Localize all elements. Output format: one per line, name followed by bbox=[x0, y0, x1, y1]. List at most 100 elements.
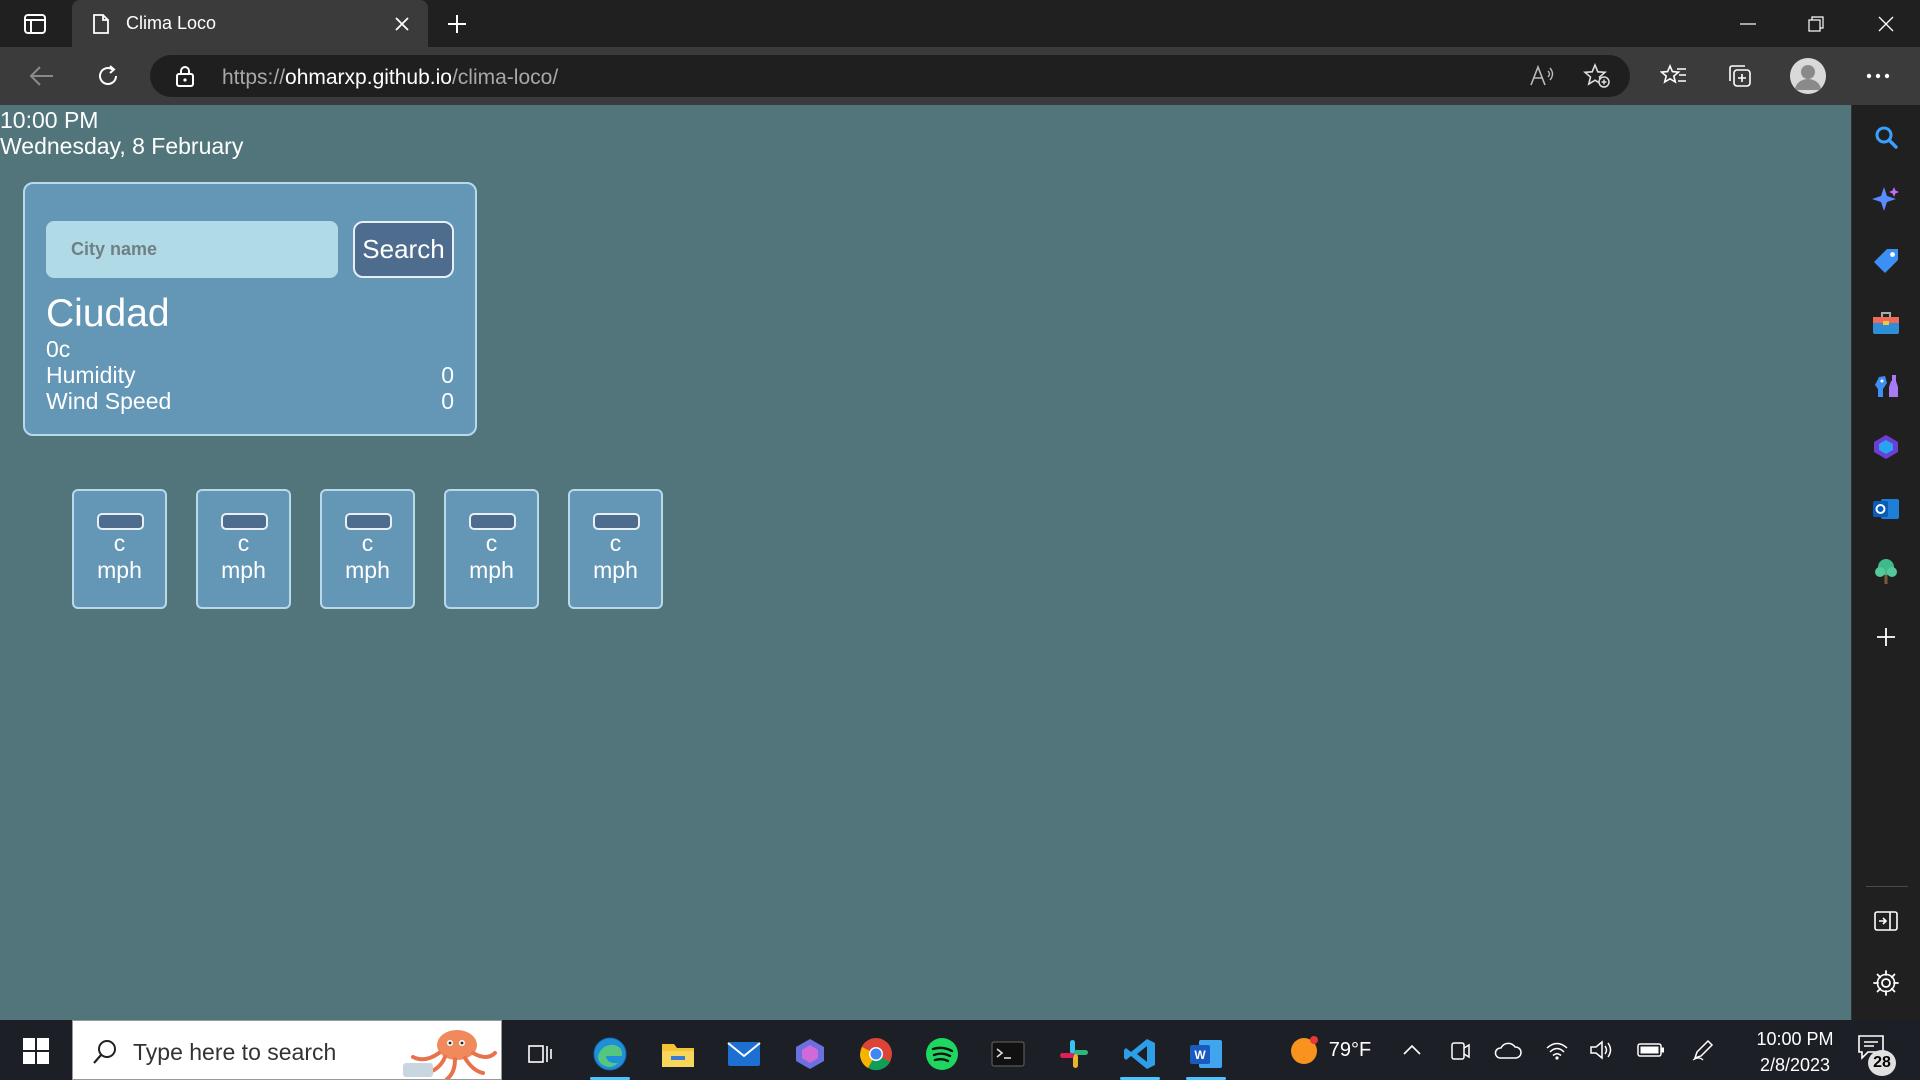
edge-taskbar-icon[interactable] bbox=[582, 1028, 638, 1080]
current-temperature: 0c bbox=[46, 336, 71, 362]
address-bar[interactable]: https://ohmarxp.github.io/clima-loco/ bbox=[150, 55, 1630, 97]
terminal-icon[interactable] bbox=[980, 1028, 1036, 1080]
discover-search-icon[interactable] bbox=[1868, 119, 1904, 155]
datetime-display: 10:00 PM Wednesday, 8 February bbox=[0, 107, 243, 159]
forecast-wind: mph bbox=[593, 557, 638, 583]
forecast-wind: mph bbox=[345, 557, 390, 583]
battery-icon[interactable] bbox=[1636, 1036, 1666, 1064]
forecast-card: c mph bbox=[444, 489, 539, 609]
windows-start-icon[interactable] bbox=[14, 1033, 58, 1069]
pen-icon[interactable] bbox=[1690, 1036, 1716, 1064]
chevron-up-icon[interactable] bbox=[1400, 1036, 1424, 1064]
forecast-day-label bbox=[469, 513, 516, 530]
volume-icon[interactable] bbox=[1588, 1036, 1614, 1064]
collections-icon[interactable] bbox=[1720, 58, 1760, 94]
more-options-icon[interactable] bbox=[1858, 58, 1898, 94]
current-time: 10:00 PM bbox=[0, 107, 99, 133]
humidity-label: Humidity bbox=[46, 362, 136, 388]
forecast-wind: mph bbox=[469, 557, 514, 583]
taskbar-search-placeholder: Type here to search bbox=[133, 1039, 337, 1065]
profile-avatar[interactable] bbox=[1790, 58, 1826, 94]
forecast-wind: mph bbox=[221, 557, 266, 583]
city-name: Ciudad bbox=[46, 292, 170, 335]
task-view-icon[interactable] bbox=[512, 1028, 568, 1080]
humidity-row: Humidity 0 bbox=[46, 362, 454, 389]
system-date: 2/8/2023 bbox=[1759, 1055, 1831, 1075]
forecast-wind: mph bbox=[97, 557, 142, 583]
back-icon[interactable] bbox=[22, 58, 62, 94]
wind-speed-row: Wind Speed 0 bbox=[46, 388, 454, 415]
search-icon bbox=[91, 1038, 119, 1066]
tools-toolbox-icon[interactable] bbox=[1868, 305, 1904, 341]
add-sidebar-app-icon[interactable] bbox=[1868, 619, 1904, 655]
forecast-temperature: c bbox=[113, 530, 126, 556]
forecast-card: c mph bbox=[72, 489, 167, 609]
chrome-icon[interactable] bbox=[848, 1028, 904, 1080]
wind-speed-label: Wind Speed bbox=[46, 388, 172, 414]
close-window-icon[interactable] bbox=[1852, 0, 1920, 47]
copilot-app-icon[interactable] bbox=[782, 1028, 838, 1080]
microsoft-365-icon[interactable] bbox=[1868, 429, 1904, 465]
sidebar-divider bbox=[1866, 886, 1908, 887]
taskbar-search-box[interactable]: Type here to search bbox=[72, 1020, 502, 1080]
notification-count-badge: 28 bbox=[1868, 1050, 1896, 1076]
humidity-value: 0 bbox=[441, 362, 454, 388]
restore-icon[interactable] bbox=[1782, 0, 1850, 47]
vscode-icon[interactable] bbox=[1112, 1028, 1168, 1080]
forecast-card: c mph bbox=[320, 489, 415, 609]
forecast-day-label bbox=[221, 513, 268, 530]
forecast-temperature: c bbox=[361, 530, 374, 556]
system-clock[interactable]: 10:00 PM 2/8/2023 bbox=[1740, 1026, 1850, 1078]
forecast-day-label bbox=[345, 513, 392, 530]
tab-title: Clima Loco bbox=[126, 13, 217, 33]
file-explorer-icon[interactable] bbox=[650, 1028, 706, 1080]
favorites-icon[interactable] bbox=[1654, 58, 1694, 94]
onedrive-cloud-icon[interactable] bbox=[1494, 1036, 1522, 1064]
search-highlight-illustration bbox=[395, 1023, 499, 1080]
read-aloud-icon[interactable] bbox=[1525, 61, 1559, 91]
search-button[interactable]: Search bbox=[353, 221, 454, 278]
forecast-day-label bbox=[97, 513, 144, 530]
windows-taskbar: Type here to search W 79°F 10:00 PM 2/8/… bbox=[0, 1020, 1920, 1080]
browser-toolbar: https://ohmarxp.github.io/clima-loco/ bbox=[0, 47, 1920, 105]
wind-speed-value: 0 bbox=[441, 388, 454, 414]
system-time: 10:00 PM bbox=[1756, 1029, 1834, 1049]
forecast-temperature: c bbox=[609, 530, 622, 556]
wifi-icon[interactable] bbox=[1544, 1036, 1570, 1064]
add-favorite-icon[interactable] bbox=[1580, 61, 1614, 91]
word-icon[interactable]: W bbox=[1178, 1028, 1234, 1080]
weather-widget[interactable]: 79°F bbox=[1280, 1036, 1380, 1064]
weather-temperature: 79°F bbox=[1328, 1038, 1372, 1061]
bing-chat-sparkle-icon[interactable] bbox=[1868, 181, 1904, 217]
minimize-icon[interactable] bbox=[1714, 0, 1782, 47]
city-search-input[interactable] bbox=[46, 221, 338, 278]
forecast-temperature: c bbox=[485, 530, 498, 556]
page-viewport: 10:00 PM Wednesday, 8 February Search Ci… bbox=[0, 105, 1851, 1020]
lock-icon[interactable] bbox=[174, 65, 196, 87]
tab-actions-icon[interactable] bbox=[17, 10, 53, 38]
refresh-icon[interactable] bbox=[88, 58, 128, 94]
forecast-temperature: c bbox=[237, 530, 250, 556]
meet-now-icon[interactable] bbox=[1448, 1036, 1472, 1064]
slack-icon[interactable] bbox=[1046, 1028, 1102, 1080]
close-tab-icon[interactable] bbox=[388, 10, 416, 38]
outlook-icon[interactable] bbox=[1868, 491, 1904, 527]
svg-text:W: W bbox=[1194, 1048, 1206, 1062]
browser-titlebar: Clima Loco bbox=[0, 0, 1920, 47]
edge-sidebar bbox=[1851, 105, 1920, 1020]
current-date: Wednesday, 8 February bbox=[0, 133, 244, 159]
weather-card: Search Ciudad 0c Humidity 0 Wind Speed 0 bbox=[23, 182, 477, 436]
weather-sun-icon bbox=[1290, 1036, 1318, 1064]
settings-gear-icon[interactable] bbox=[1868, 965, 1904, 1001]
shopping-tag-icon[interactable] bbox=[1868, 243, 1904, 279]
url-text[interactable]: https://ohmarxp.github.io/clima-loco/ bbox=[222, 66, 558, 90]
drop-tree-icon[interactable] bbox=[1868, 553, 1904, 589]
forecast-card: c mph bbox=[568, 489, 663, 609]
browser-tab-active[interactable]: Clima Loco bbox=[72, 0, 428, 47]
new-tab-icon[interactable] bbox=[440, 9, 474, 39]
games-icon[interactable] bbox=[1868, 367, 1904, 403]
spotify-icon[interactable] bbox=[914, 1028, 970, 1080]
hide-sidebar-icon[interactable] bbox=[1868, 903, 1904, 939]
page-icon bbox=[90, 13, 112, 35]
mail-icon[interactable] bbox=[716, 1028, 772, 1080]
